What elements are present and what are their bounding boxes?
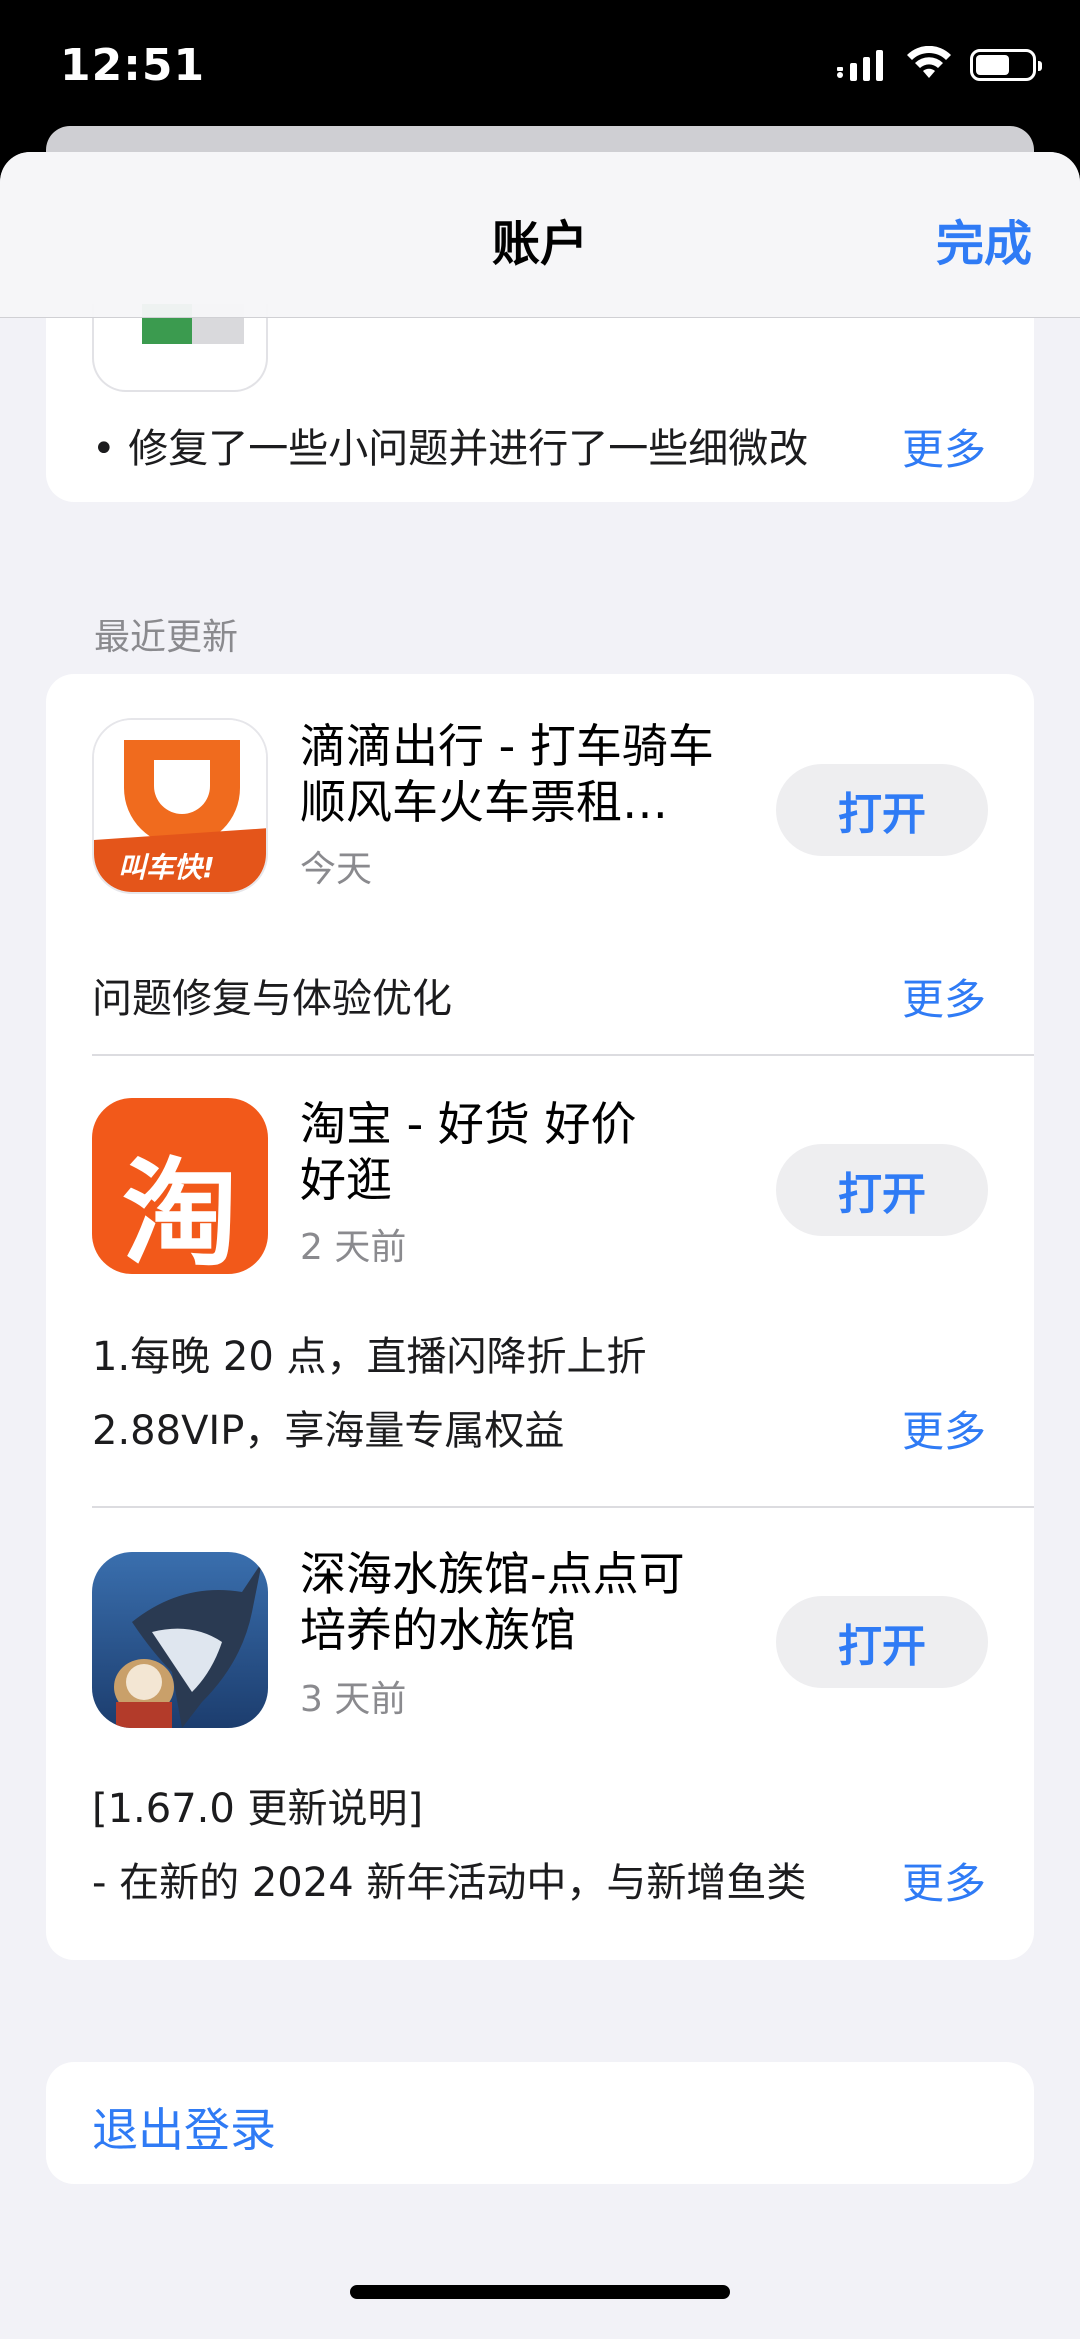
more-button[interactable]: 更多 <box>902 416 986 477</box>
more-button[interactable]: 更多 <box>902 966 986 1027</box>
app-name-line2: 好逛 <box>300 1153 392 1207</box>
taobao-icon-label: 淘 <box>122 1147 238 1274</box>
app-name-line1: 滴滴出行 - 打车骑车 <box>300 719 714 773</box>
taobao-app-icon[interactable]: 淘 <box>92 1098 268 1274</box>
nav-bar: 账户 完成 <box>0 152 1080 318</box>
didi-app-icon[interactable]: 叫车快! <box>92 718 268 894</box>
battery-icon <box>970 49 1042 81</box>
page-title: 账户 <box>491 216 588 272</box>
app-name: 滴滴出行 - 打车骑车 顺风车火车票租… <box>300 718 770 830</box>
app-name-line1: 深海水族馆-点点可 <box>300 1547 685 1601</box>
app-name-line1: 淘宝 - 好货 好价 <box>300 1097 637 1151</box>
update-date: 3 天前 <box>300 1679 407 1720</box>
didi-icon-label: 叫车快! <box>118 851 215 884</box>
account-sheet: 账户 完成 • 修复了一些小问题并进行了一些细微改 更多 最近更新 叫车快! 滴… <box>0 152 1080 2339</box>
wifi-icon <box>906 45 952 84</box>
divider <box>92 1054 1034 1056</box>
more-button[interactable]: 更多 <box>902 1850 986 1911</box>
update-note: - 在新的 2024 新年活动中，与新增鱼类 <box>92 1860 807 1906</box>
recent-updates-card: 叫车快! 滴滴出行 - 打车骑车 顺风车火车票租… 今天 打开 问题修复与体验优… <box>46 674 1034 1960</box>
open-button[interactable]: 打开 <box>776 1144 988 1236</box>
app-name: 淘宝 - 好货 好价 好逛 <box>300 1096 770 1208</box>
update-note: 2.88VIP，享海量专属权益 <box>92 1408 565 1454</box>
update-date: 今天 <box>300 849 373 890</box>
update-note: 1.每晚 20 点，直播闪降折上折 <box>92 1334 647 1380</box>
update-date: 2 天前 <box>300 1227 407 1268</box>
open-button[interactable]: 打开 <box>776 1596 988 1688</box>
app-name: 深海水族馆-点点可 培养的水族馆 <box>300 1546 770 1658</box>
app-name-line2: 培养的水族馆 <box>300 1603 576 1657</box>
app-name-line2: 顺风车火车票租… <box>300 775 668 829</box>
done-button[interactable]: 完成 <box>936 204 1032 274</box>
status-bar: 12:51 <box>0 0 1080 128</box>
aquarium-app-icon[interactable] <box>92 1552 268 1728</box>
more-button[interactable]: 更多 <box>902 1398 986 1459</box>
update-note: [1.67.0 更新说明] <box>92 1786 424 1832</box>
logout-card: 退出登录 <box>46 2062 1034 2184</box>
section-header: 最近更新 <box>94 617 239 658</box>
open-button[interactable]: 打开 <box>776 764 988 856</box>
sign-out-button[interactable]: 退出登录 <box>92 2094 276 2160</box>
update-note: • 修复了一些小问题并进行了一些细微改 <box>92 426 809 472</box>
cellular-signal-icon <box>836 49 888 81</box>
status-time: 12:51 <box>60 40 206 91</box>
divider <box>92 1506 1034 1508</box>
scroll-content[interactable]: • 修复了一些小问题并进行了一些细微改 更多 最近更新 叫车快! 滴滴出行 - … <box>0 152 1080 2339</box>
update-note: 问题修复与体验优化 <box>92 976 452 1022</box>
home-indicator[interactable] <box>350 2285 730 2299</box>
status-icons <box>836 45 1042 84</box>
